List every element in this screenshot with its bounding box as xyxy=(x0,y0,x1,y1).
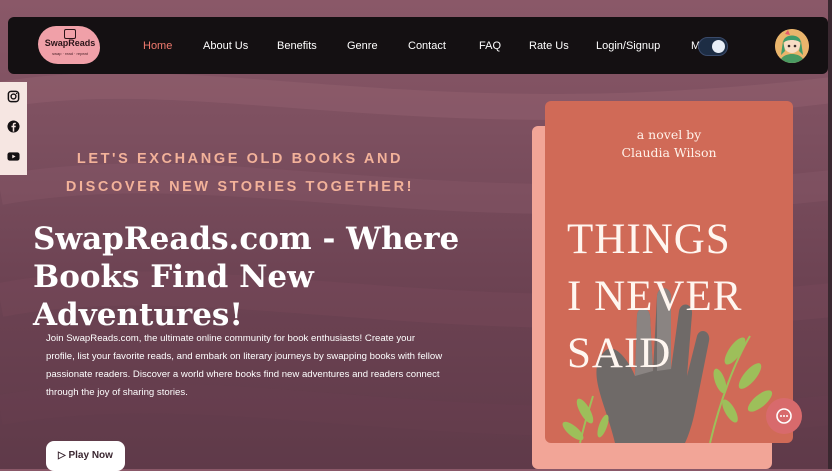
nav-login-signup[interactable]: Login/Signup xyxy=(596,40,660,52)
nav-contact[interactable]: Contact xyxy=(408,40,446,52)
book-title: THINGS I NEVER SAID xyxy=(567,211,777,382)
hero-description: Join SwapReads.com, the ultimate online … xyxy=(46,333,443,398)
navbar: SwapReads swap · read · repeat Home Abou… xyxy=(8,17,828,74)
avatar-illustration xyxy=(775,29,809,63)
toggle-knob xyxy=(712,40,725,53)
scrollbar[interactable] xyxy=(828,0,832,469)
book-title-line-2: I NEVER xyxy=(567,273,743,320)
nav-home[interactable]: Home xyxy=(143,40,172,52)
play-now-button[interactable]: ▷ Play Now xyxy=(46,441,125,471)
facebook-icon[interactable] xyxy=(7,120,20,133)
hero-headline: SwapReads.com - Where Books Find New Adv… xyxy=(33,220,473,334)
hero-tagline-line-2: DISCOVER NEW STORIES TOGETHER! xyxy=(65,179,415,195)
youtube-icon[interactable] xyxy=(7,150,20,163)
book-byline-1: a novel by xyxy=(636,127,702,142)
hero-tagline-line-1: LET'S EXCHANGE OLD BOOKS AND xyxy=(76,151,404,167)
nav-rate-us[interactable]: Rate Us xyxy=(529,40,569,52)
logo-text: SwapReads xyxy=(44,38,96,48)
book-title-line-3: SAID xyxy=(567,330,672,377)
nav-faq[interactable]: FAQ xyxy=(479,40,501,52)
book-author: Claudia Wilson xyxy=(621,145,717,160)
social-sidebar xyxy=(0,82,27,175)
hero-headline-line-1: SwapReads.com - Where xyxy=(33,221,460,257)
theme-toggle[interactable] xyxy=(698,37,728,56)
nav-genre[interactable]: Genre xyxy=(347,40,378,52)
instagram-icon[interactable] xyxy=(7,90,20,103)
hero-headline-line-2: Books Find New Adventures! xyxy=(33,259,314,333)
book-title-line-1: THINGS xyxy=(567,216,731,263)
avatar[interactable] xyxy=(775,29,809,63)
nav-benefits[interactable]: Benefits xyxy=(277,40,317,52)
book-cover: a novel by Claudia Wilson THINGS I NEVER… xyxy=(545,101,793,443)
logo[interactable]: SwapReads swap · read · repeat xyxy=(38,26,100,64)
chat-button[interactable] xyxy=(766,398,802,434)
nav-about-us[interactable]: About Us xyxy=(203,40,248,52)
chat-bubble-icon xyxy=(776,408,792,424)
logo-tagline: swap · read · repeat xyxy=(52,51,88,56)
